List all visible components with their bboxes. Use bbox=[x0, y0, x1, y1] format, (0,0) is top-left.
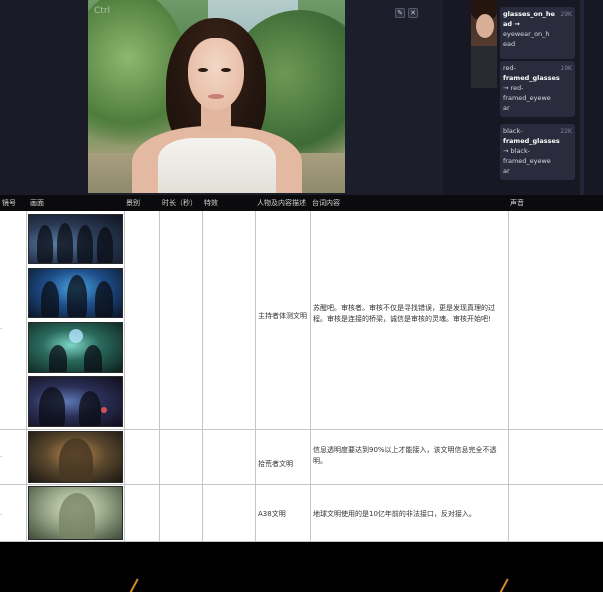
image-eye-left bbox=[198, 68, 208, 72]
scene-image[interactable] bbox=[28, 486, 123, 540]
scene-image[interactable] bbox=[28, 214, 123, 264]
tag-line: → red- bbox=[503, 84, 524, 92]
tag-suggestion-card[interactable]: 22K black- framed_glasses → black- frame… bbox=[500, 124, 575, 180]
tag-line: ar bbox=[503, 104, 510, 112]
grid-line bbox=[0, 484, 603, 485]
tag-line: framed_glasses bbox=[503, 74, 560, 82]
header-duration: 时长（秒） bbox=[162, 199, 197, 207]
tag-suggestion-card[interactable]: 29K glasses_on_he ad → eyewear_on_h ead bbox=[500, 7, 575, 59]
grid-line bbox=[202, 211, 203, 542]
dialogue-cell: 信息透明度要达到90%以上才能接入，该文明信息完全不透明。 bbox=[313, 446, 497, 465]
hooded-figure bbox=[84, 345, 102, 372]
scene-image[interactable] bbox=[28, 431, 123, 483]
hooded-figure bbox=[79, 391, 101, 426]
tag-count: 29K bbox=[560, 11, 572, 18]
grid-line bbox=[508, 211, 509, 542]
close-icon[interactable]: ✕ bbox=[408, 8, 418, 18]
header-sfx: 特效 bbox=[204, 199, 218, 207]
reference-thumbnail[interactable] bbox=[471, 0, 497, 88]
header-dialogue: 台词内容 bbox=[312, 199, 340, 207]
image-lips bbox=[208, 94, 224, 99]
grid-line bbox=[159, 211, 160, 542]
tag-line: framed_eyewe bbox=[503, 157, 551, 165]
image-eye-right bbox=[221, 68, 231, 72]
tag-suggestion-card[interactable]: 19K red- framed_glasses → red- framed_ey… bbox=[500, 61, 575, 117]
header-character: 人物及内容描述 bbox=[257, 199, 306, 207]
character-cell: 拾荒者文明 bbox=[258, 460, 293, 468]
alien-figure bbox=[59, 493, 95, 539]
dialogue-cell: 地球文明使用的是10亿年前的非法接口，反对接入。 bbox=[313, 510, 476, 518]
table-header: 镜号 画面 景别 时长（秒） 特效 人物及内容描述 台词内容 声音 bbox=[0, 195, 603, 211]
header-picture: 画面 bbox=[30, 199, 44, 207]
tag-line: ead bbox=[503, 40, 516, 48]
header-shot: 景别 bbox=[126, 199, 140, 207]
header-no: 镜号 bbox=[2, 199, 16, 207]
thumb-face bbox=[476, 14, 494, 38]
tag-count: 22K bbox=[560, 128, 572, 135]
image-corner-tag: Ctrl bbox=[94, 6, 111, 16]
header-sound: 声音 bbox=[510, 199, 524, 207]
bottom-black-band bbox=[0, 542, 603, 592]
tag-line: framed_glasses bbox=[503, 137, 560, 145]
character-cell: A38文明 bbox=[258, 510, 286, 518]
row-marker: · bbox=[0, 325, 3, 333]
top-app-window: Ctrl ✎ ✕ 29K glasses_on_he ad → eyewear_… bbox=[0, 0, 603, 195]
thumb-body bbox=[471, 46, 497, 88]
tag-line: ad → bbox=[503, 20, 520, 28]
hooded-figure bbox=[67, 275, 87, 317]
image-face bbox=[188, 38, 244, 110]
grid-line bbox=[124, 211, 125, 542]
tag-count: 19K bbox=[560, 65, 572, 72]
grid-line bbox=[310, 211, 311, 542]
tag-line: → black- bbox=[503, 147, 531, 155]
tag-line: framed_eyewe bbox=[503, 94, 551, 102]
dialogue-cell: 苏醒吧。审核者。审核不仅是寻找错误，更是发现真理的过程。审核是连接的桥梁，诚信是… bbox=[313, 304, 495, 323]
grid-line bbox=[26, 211, 27, 542]
hooded-figure bbox=[49, 345, 67, 372]
scene-image[interactable] bbox=[28, 376, 123, 427]
red-light bbox=[101, 407, 107, 413]
tag-panel-scrollbar[interactable] bbox=[580, 0, 584, 195]
scene-image[interactable] bbox=[28, 268, 123, 318]
tag-line: eyewear_on_h bbox=[503, 30, 550, 38]
hooded-figure bbox=[77, 225, 93, 263]
scene-image[interactable] bbox=[28, 322, 123, 373]
generated-portrait-image[interactable]: Ctrl bbox=[88, 0, 345, 193]
hooded-figure bbox=[41, 281, 59, 317]
hooded-figure bbox=[39, 387, 65, 426]
storyboard-table: 镜号 画面 景别 时长（秒） 特效 人物及内容描述 台词内容 声音 · · · … bbox=[0, 195, 603, 542]
light-orb bbox=[69, 329, 83, 343]
hooded-figure bbox=[95, 281, 113, 317]
hooded-figure bbox=[37, 225, 53, 263]
row-marker: · bbox=[0, 453, 3, 461]
scavenger-figure bbox=[59, 438, 93, 482]
row-marker: · bbox=[0, 511, 3, 519]
hooded-figure bbox=[57, 223, 73, 263]
left-sidebar bbox=[0, 0, 88, 195]
grid-line bbox=[255, 211, 256, 542]
image-tank-top bbox=[158, 138, 276, 193]
grid-line bbox=[0, 429, 603, 430]
character-cell: 主持者体测文明 bbox=[258, 312, 307, 320]
hooded-figure bbox=[97, 227, 113, 263]
tag-line: ar bbox=[503, 167, 510, 175]
edit-icon[interactable]: ✎ bbox=[395, 8, 405, 18]
